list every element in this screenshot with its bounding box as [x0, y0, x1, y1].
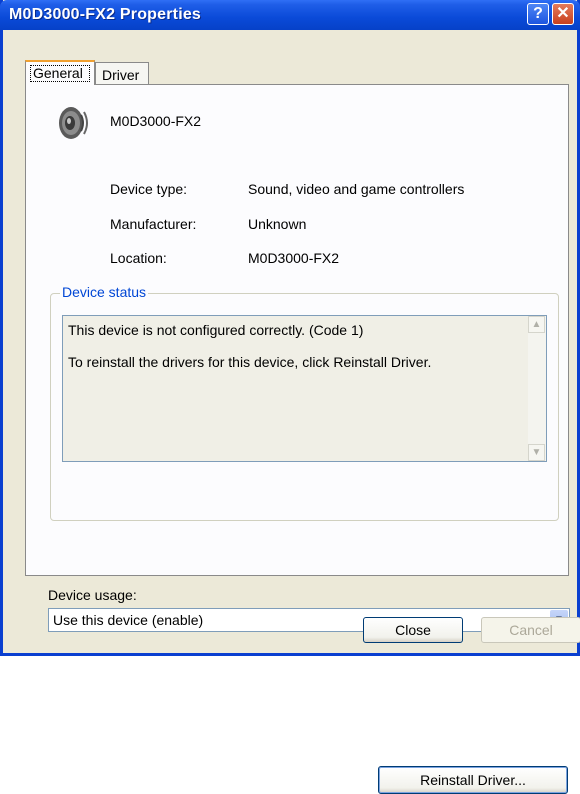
general-tab-panel: M0D3000-FX2 Device type: Sound, video an… — [25, 84, 569, 794]
device-type-label: Device type: — [110, 181, 188, 197]
speaker-icon — [59, 107, 88, 139]
tab-general-label: General — [30, 65, 90, 82]
device-status-group: Device status This device is not configu… — [50, 284, 568, 794]
status-line-1: This device is not configured correctly.… — [68, 322, 364, 338]
tab-driver[interactable]: Driver — [95, 62, 149, 84]
device-usage-label: Device usage: — [48, 587, 137, 603]
device-type-value: Sound, video and game controllers — [248, 181, 465, 197]
status-scrollbar[interactable]: ▲ ▼ — [528, 316, 546, 461]
properties-window: M0D3000-FX2 Properties ? ✕ General Drive… — [0, 0, 580, 794]
status-line-2: To reinstall the drivers for this device… — [68, 354, 432, 370]
tab-general[interactable]: General — [25, 60, 95, 85]
device-status-legend: Device status — [60, 284, 149, 300]
scroll-down-icon[interactable]: ▼ — [528, 444, 545, 461]
title-bar[interactable]: M0D3000-FX2 Properties ? ✕ — [0, 0, 580, 30]
window-title: M0D3000-FX2 Properties — [9, 6, 202, 23]
scroll-up-icon[interactable]: ▲ — [528, 316, 545, 333]
device-usage-value: Use this device (enable) — [53, 612, 204, 628]
close-button[interactable]: Close — [363, 617, 463, 643]
device-status-textbox[interactable]: This device is not configured correctly.… — [62, 315, 547, 462]
location-label: Location: — [110, 250, 167, 266]
device-name: M0D3000-FX2 — [110, 113, 202, 129]
manufacturer-value: Unknown — [248, 216, 307, 232]
close-window-button[interactable]: ✕ — [552, 3, 574, 25]
reinstall-driver-button[interactable]: Reinstall Driver... — [378, 766, 568, 794]
location-value: M0D3000-FX2 — [248, 250, 340, 266]
manufacturer-label: Manufacturer: — [110, 216, 197, 232]
cancel-button[interactable]: Cancel — [481, 617, 580, 643]
help-button[interactable]: ? — [527, 3, 549, 25]
